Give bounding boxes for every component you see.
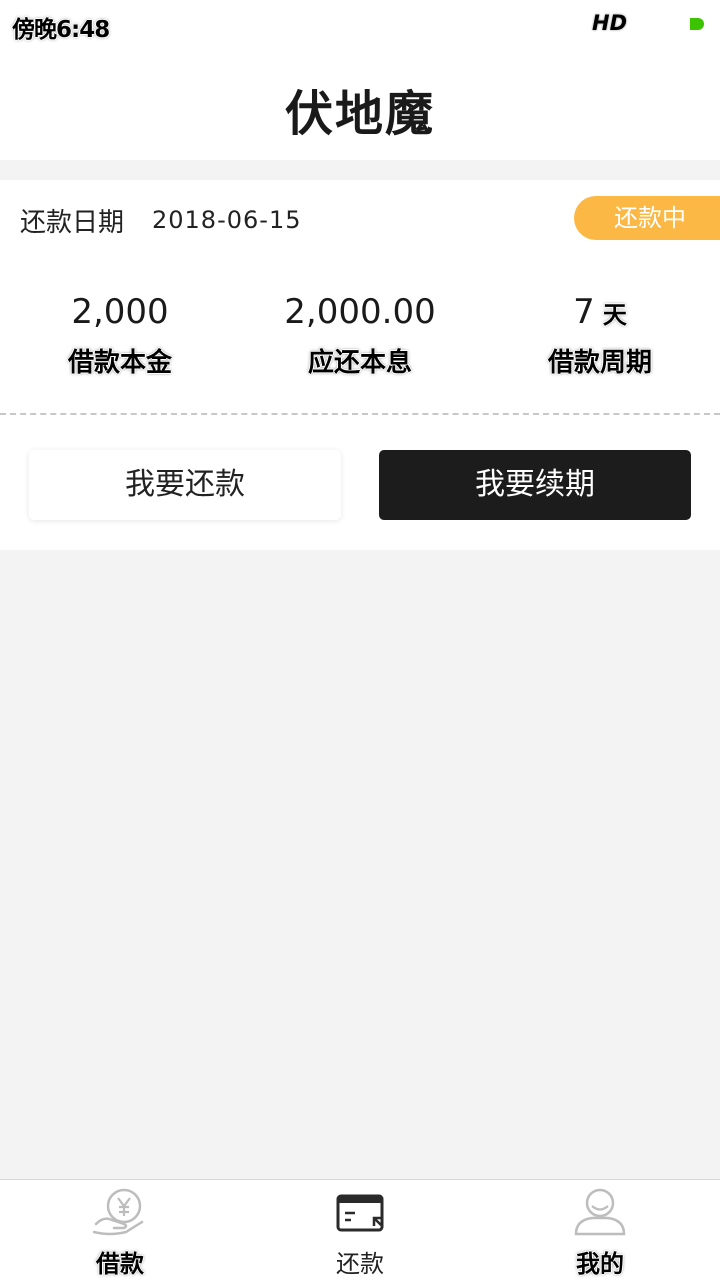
tab-repay[interactable]: 还款 xyxy=(240,1180,480,1280)
repay-button[interactable]: 我要还款 xyxy=(29,450,341,520)
tab-mine-label: 我的 xyxy=(576,1250,624,1278)
page-title: 伏地魔 xyxy=(284,86,435,142)
due-date-value: 2018-06-15 xyxy=(152,206,302,234)
repay-card-icon xyxy=(336,1194,384,1232)
tab-mine[interactable]: 我的 xyxy=(480,1180,720,1280)
tab-repay-label: 还款 xyxy=(336,1250,384,1278)
period-value-row: 7天 xyxy=(480,290,720,334)
period-unit: 天 xyxy=(602,301,627,329)
tab-loan[interactable]: 借款 xyxy=(0,1180,240,1280)
dashed-divider xyxy=(0,413,720,415)
tab-loan-label: 借款 xyxy=(96,1250,144,1278)
period-label: 借款周期 xyxy=(547,348,652,378)
renew-button[interactable]: 我要续期 xyxy=(379,450,691,520)
screen: 傍晚6:48 HD 伏地魔 还款日期 2018-06-15 还款中 2,000 … xyxy=(0,0,720,1280)
period-value: 7 xyxy=(573,292,595,332)
loan-card: 还款日期 2018-06-15 还款中 2,000 借款本金 2,000.00 … xyxy=(0,180,720,550)
status-time: 傍晚6:48 xyxy=(12,17,110,43)
user-icon xyxy=(574,1188,626,1236)
due-date-label: 还款日期 xyxy=(20,208,125,238)
payable-label: 应还本息 xyxy=(307,348,412,378)
period-stat: 7天 借款周期 xyxy=(480,290,720,379)
network-indicator: HD xyxy=(592,11,628,35)
app-header: 伏地魔 xyxy=(0,50,720,160)
status-badge: 还款中 xyxy=(574,196,720,240)
principal-stat: 2,000 借款本金 xyxy=(0,290,240,379)
tab-bar: 借款 还款 我的 xyxy=(0,1179,720,1280)
principal-value: 2,000 xyxy=(71,292,169,332)
principal-label: 借款本金 xyxy=(67,348,172,378)
payable-stat: 2,000.00 应还本息 xyxy=(240,290,480,379)
battery-icon xyxy=(690,18,704,30)
status-bar: 傍晚6:48 HD xyxy=(0,0,720,50)
payable-value: 2,000.00 xyxy=(284,292,436,332)
loan-icon xyxy=(92,1188,144,1236)
